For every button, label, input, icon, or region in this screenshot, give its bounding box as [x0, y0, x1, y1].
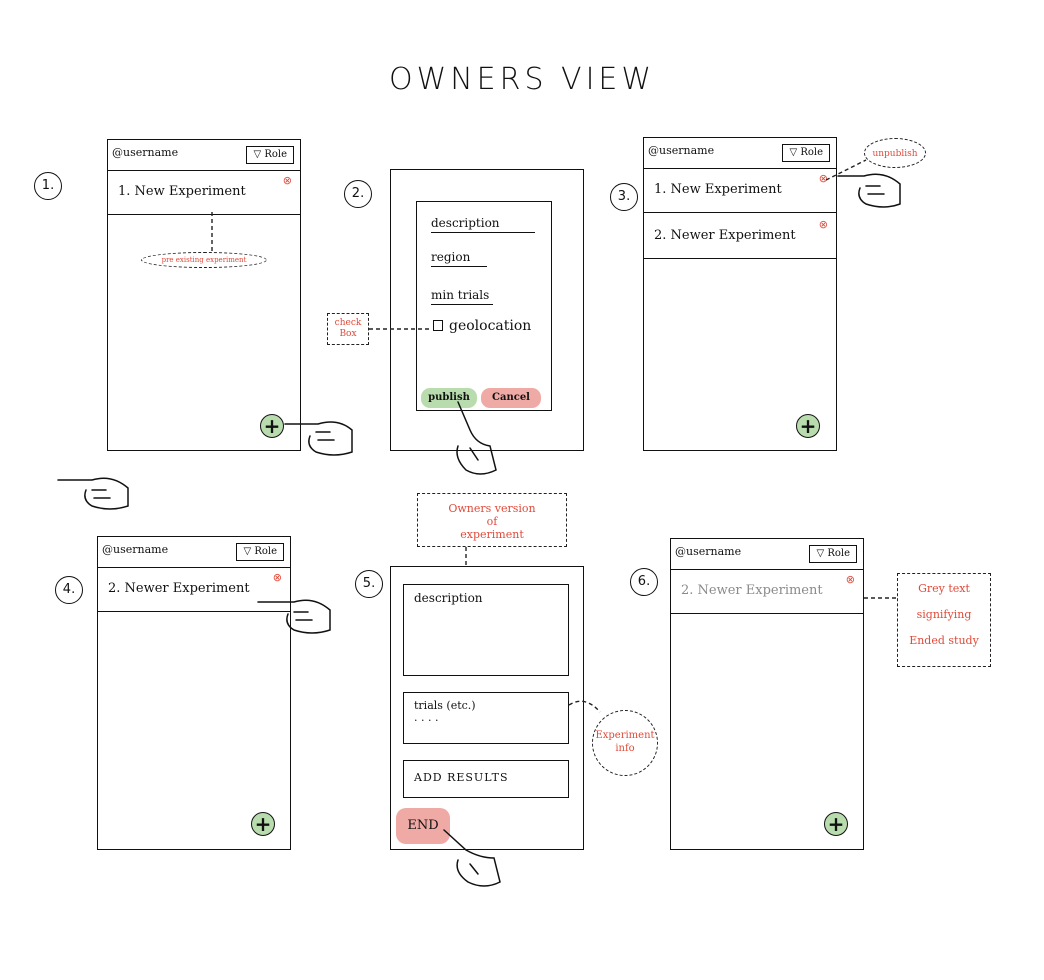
- connector-line: [825, 159, 867, 181]
- pointing-hand-icon: [257, 599, 331, 634]
- pointing-hand-icon: [284, 421, 353, 456]
- pointing-hand-icon: [443, 829, 501, 887]
- connector-line: [568, 700, 601, 713]
- pointing-hand-icon: [837, 173, 901, 208]
- pointing-hand-icon: [456, 401, 497, 475]
- connectors-overlay: [57, 159, 901, 887]
- pointing-hand-icon: [57, 477, 129, 510]
